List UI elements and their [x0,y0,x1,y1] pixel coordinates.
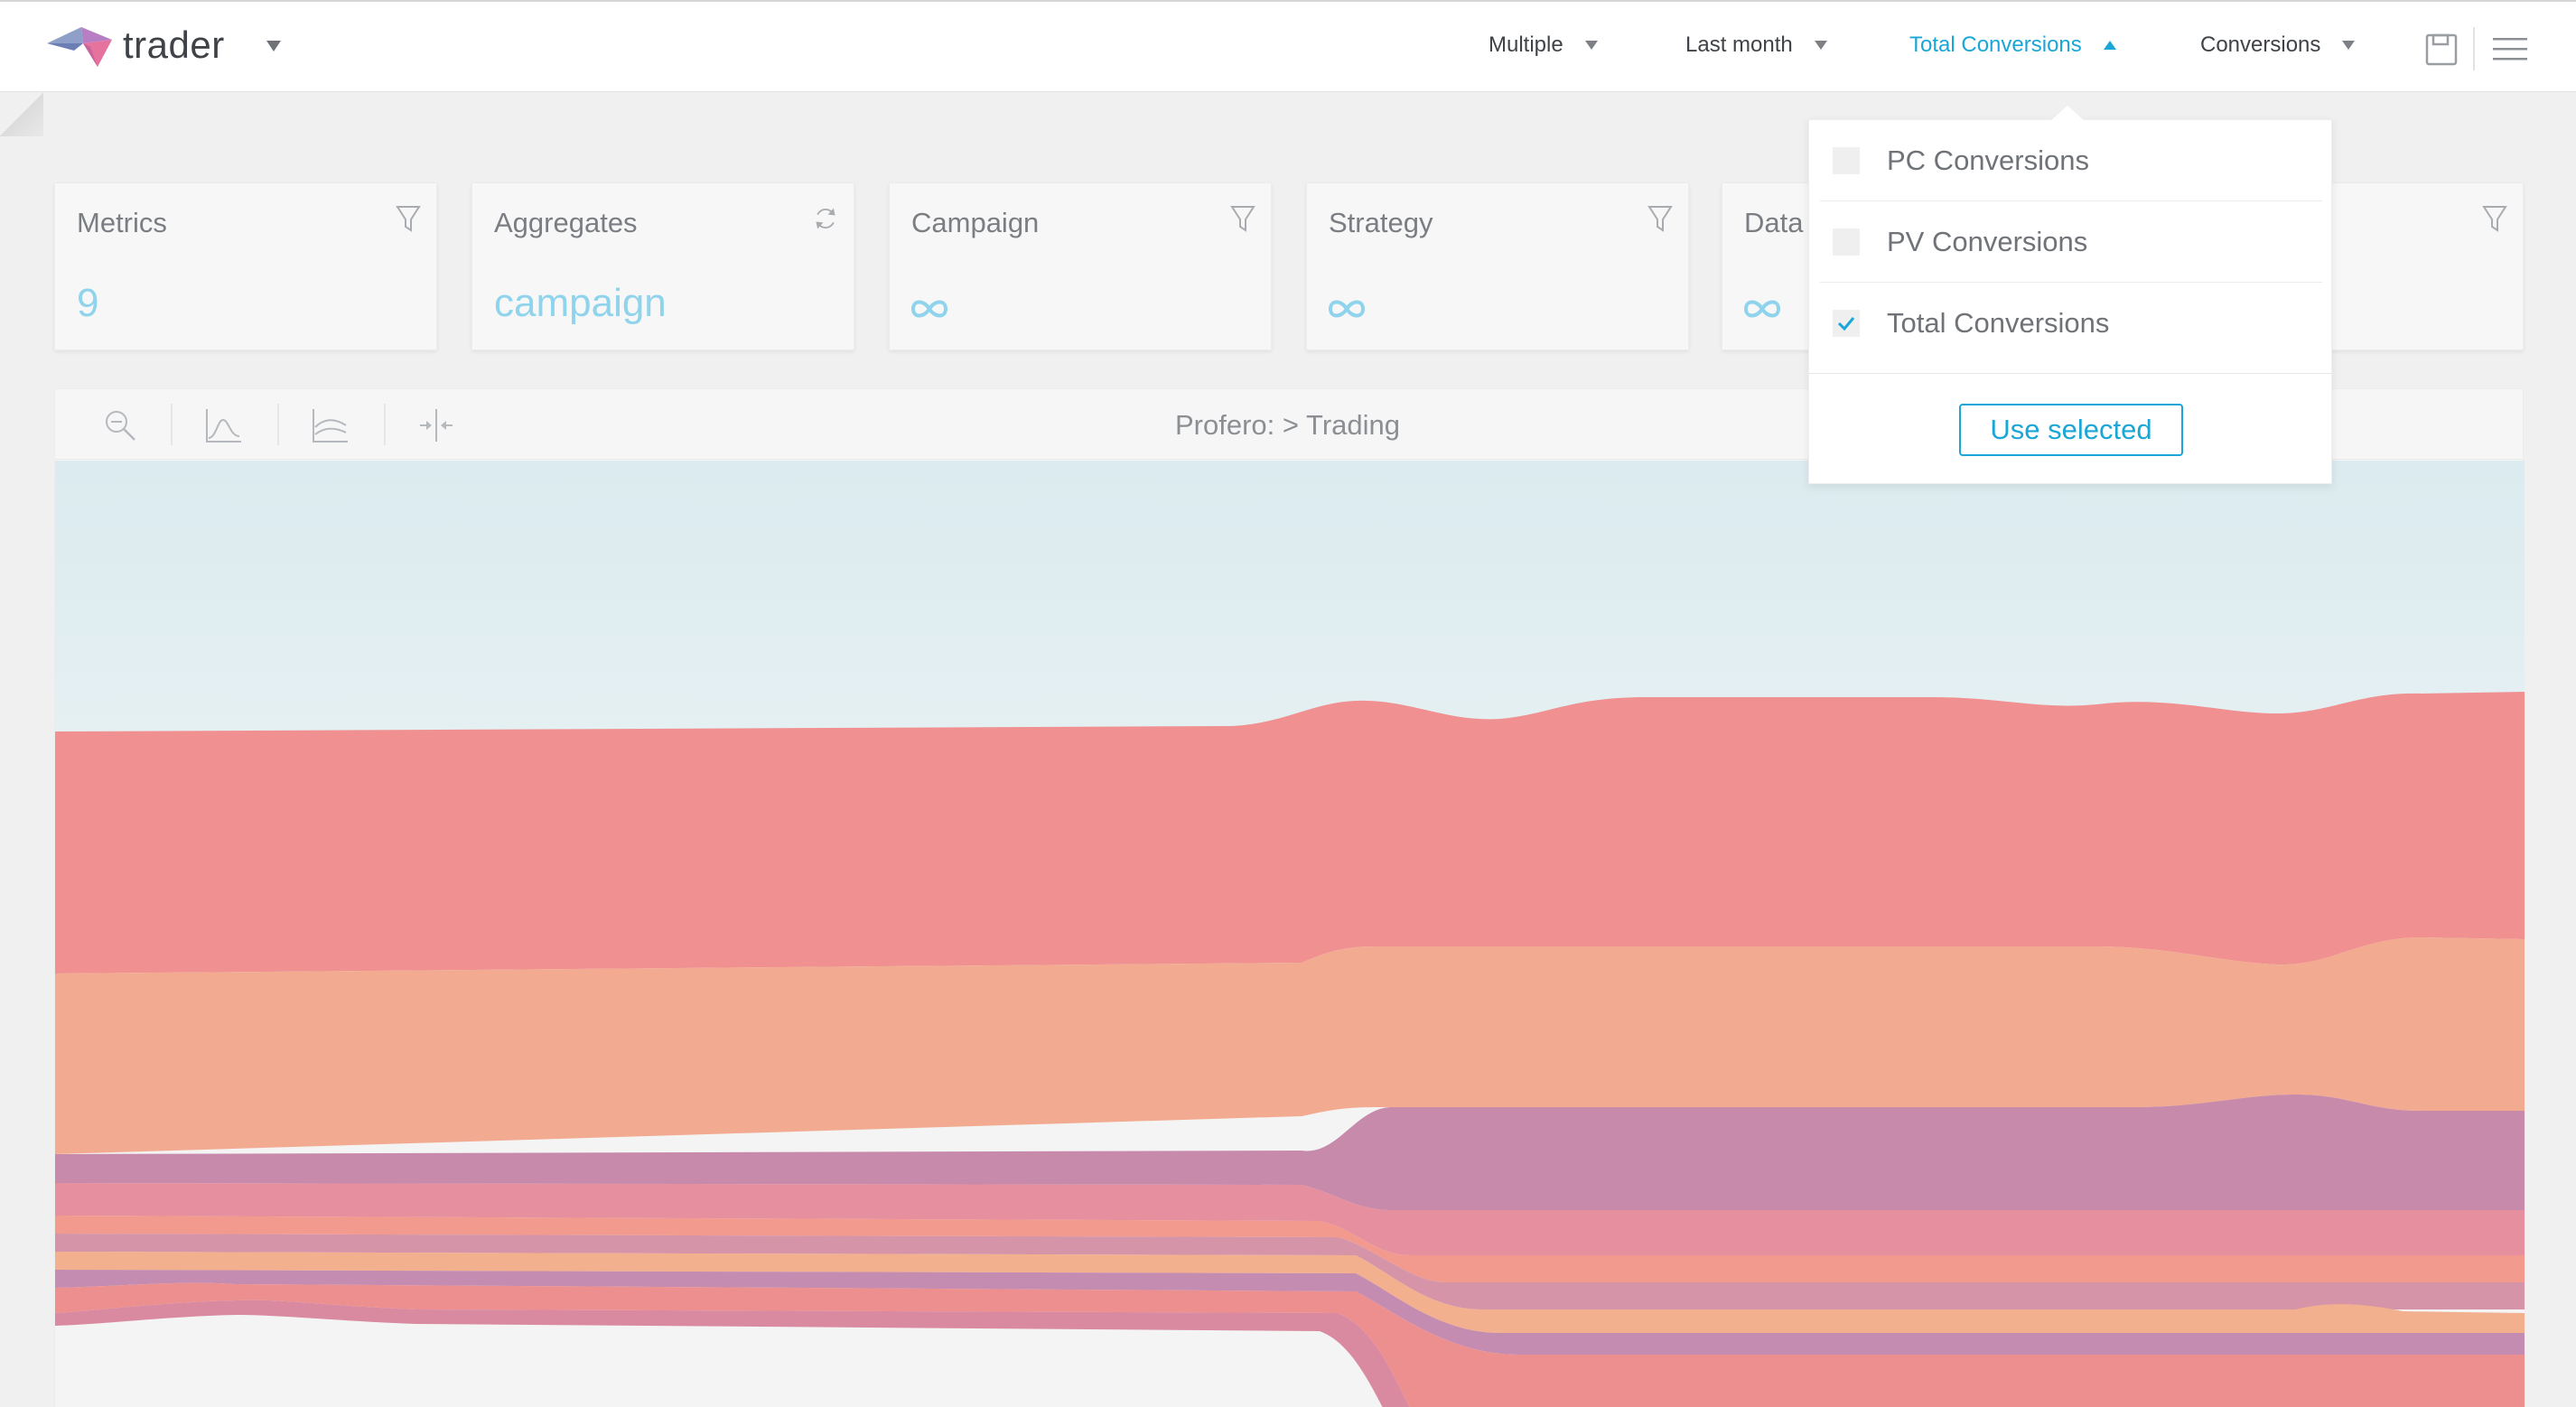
option-pv-conversions[interactable]: PV Conversions [1820,201,2322,283]
chevron-up-icon [2103,41,2116,50]
top-bar: trader Multiple Last month Total Convers… [0,0,2576,92]
checkbox-checked[interactable] [1833,310,1860,337]
conversions-dropdown-menu: PC Conversions PV Conversions Total Conv… [1808,106,2332,484]
option-label: PV Conversions [1887,225,2088,257]
use-selected-button[interactable]: Use selected [1959,404,2183,456]
refresh-icon[interactable] [812,203,839,234]
filter-icon[interactable] [395,203,422,234]
card-title: Strategy [1329,207,1433,238]
filter-icon[interactable] [1647,203,1674,234]
nav-dropdown-selection[interactable]: Multiple [1489,33,1600,58]
toolbar-divider [277,404,279,445]
card-aggregates[interactable]: Aggregates campaign [471,182,854,350]
zoom-icon[interactable] [100,405,140,445]
nav-dropdown-metric[interactable]: Total Conversions [1909,33,2118,58]
chevron-down-icon [1584,41,1598,50]
area-chart-icon[interactable] [310,405,350,445]
filter-icon[interactable] [2481,203,2508,234]
trader-logo-icon[interactable] [47,25,112,69]
chevron-down-icon [2342,41,2356,50]
save-icon[interactable] [2424,33,2459,67]
brand-dropdown-caret-icon[interactable] [264,38,284,54]
hamburger-menu-icon[interactable] [2493,33,2527,67]
split-icon[interactable] [416,405,456,445]
card-campaign[interactable]: Campaign [889,182,1272,350]
checkmark-icon [1837,317,1855,331]
option-label: Total Conversions [1887,307,2110,339]
infinity-icon [910,300,948,318]
toolbar-divider [171,404,173,445]
filter-icon[interactable] [1229,203,1256,234]
streamgraph-plot[interactable] [55,461,2525,1407]
toolbar-divider [384,404,386,445]
nav-dropdown-type[interactable]: Conversions [2200,33,2357,58]
checkbox[interactable] [1833,146,1860,174]
nav-dropdown-selection-label: Multiple [1489,33,1563,57]
stream-band-red [55,692,2525,974]
card-title: Campaign [911,207,1040,238]
card-title: Aggregates [494,207,638,238]
dropdown-divider [1809,373,2331,374]
card-title: Data [1744,207,1804,238]
card-strategy[interactable]: Strategy [1306,182,1689,350]
card-title: Metrics [77,207,167,238]
option-label: PC Conversions [1887,144,2089,176]
chevron-down-icon [1814,41,1827,50]
nav-dropdown-period-label: Last month [1685,33,1793,57]
nav-dropdown-metric-label: Total Conversions [1909,33,2082,57]
toolbar-divider [2473,27,2475,70]
chart-panel: Profero: > Trading [54,388,2525,1407]
nav-dropdown-period[interactable]: Last month [1685,33,1829,58]
dropdown-pointer [2051,106,2084,120]
card-metrics[interactable]: Metrics 9 [54,182,437,350]
checkbox[interactable] [1833,228,1860,256]
nav-dropdown-type-label: Conversions [2200,33,2321,57]
page-fold-decoration [0,93,43,136]
option-total-conversions[interactable]: Total Conversions [1820,283,2322,364]
brand-name[interactable]: trader [123,23,225,67]
infinity-icon [1328,300,1366,318]
option-pc-conversions[interactable]: PC Conversions [1820,120,2322,201]
card-value: campaign [494,281,667,325]
line-chart-icon[interactable] [203,405,243,445]
card-value: 9 [77,281,99,325]
infinity-icon [1743,300,1781,318]
chart-breadcrumb[interactable]: Profero: > Trading [1175,409,1400,442]
